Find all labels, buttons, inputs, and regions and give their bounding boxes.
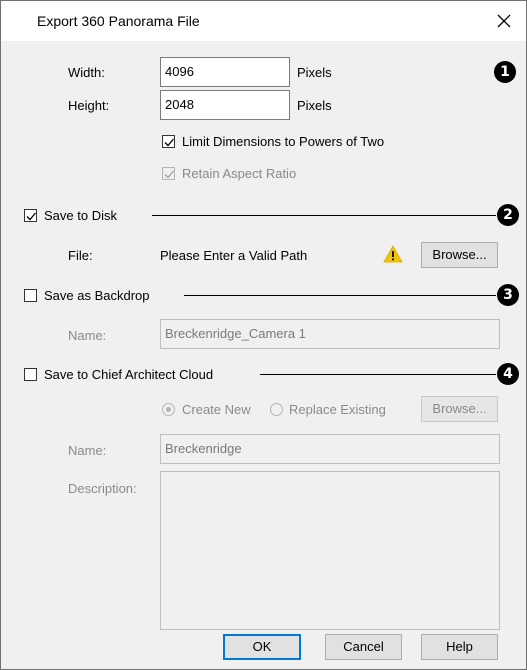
description-label: Description:	[68, 481, 137, 496]
retain-aspect-label: Retain Aspect Ratio	[182, 166, 297, 181]
limit-pow2-checkbox[interactable]	[162, 135, 175, 148]
title-bar: Export 360 Panorama File	[1, 1, 526, 41]
description-field[interactable]	[160, 471, 500, 630]
backdrop-name-field[interactable]: Breckenridge_Camera 1	[160, 319, 500, 349]
file-path-value: Please Enter a Valid Path	[160, 248, 308, 263]
create-new-label: Create New	[182, 402, 251, 417]
export-panorama-dialog: Export 360 Panorama File Width: 4096 Pix…	[0, 0, 527, 670]
save-as-backdrop-label: Save as Backdrop	[44, 288, 150, 303]
checkmark-icon	[164, 138, 174, 147]
dialog-title: Export 360 Panorama File	[37, 13, 200, 29]
disk-browse-button[interactable]: Browse...	[421, 242, 498, 268]
cancel-button[interactable]: Cancel	[325, 634, 402, 660]
width-unit: Pixels	[297, 65, 332, 80]
warning-icon	[383, 245, 403, 263]
checkmark-icon	[164, 170, 174, 179]
callout-3: 3	[497, 284, 519, 306]
callout-1: 1	[494, 61, 516, 83]
file-label: File:	[68, 248, 93, 263]
limit-pow2-label: Limit Dimensions to Powers of Two	[182, 134, 385, 149]
close-icon[interactable]	[488, 5, 520, 37]
width-label: Width:	[68, 65, 105, 80]
backdrop-name-label: Name:	[68, 328, 107, 343]
replace-existing-label: Replace Existing	[289, 402, 386, 417]
height-label: Height:	[68, 98, 110, 113]
save-to-cloud-label: Save to Chief Architect Cloud	[44, 367, 214, 382]
checkmark-icon	[26, 212, 36, 221]
callout-2: 2	[497, 204, 519, 226]
divider	[184, 295, 496, 296]
cloud-name-field[interactable]: Breckenridge	[160, 434, 500, 464]
replace-existing-radio[interactable]	[270, 403, 283, 416]
save-to-disk-label: Save to Disk	[44, 208, 117, 223]
cloud-name-label: Name:	[68, 443, 107, 458]
callout-4: 4	[497, 363, 519, 385]
width-field[interactable]: 4096	[160, 57, 290, 87]
divider	[152, 215, 496, 216]
save-to-disk-checkbox[interactable]	[24, 209, 37, 222]
height-unit: Pixels	[297, 98, 332, 113]
save-to-cloud-checkbox[interactable]	[24, 368, 37, 381]
create-new-radio[interactable]	[162, 403, 175, 416]
help-button[interactable]: Help	[421, 634, 498, 660]
height-field[interactable]: 2048	[160, 90, 290, 120]
ok-button[interactable]: OK	[223, 634, 301, 660]
retain-aspect-checkbox[interactable]	[162, 167, 175, 180]
cloud-browse-button[interactable]: Browse...	[421, 396, 498, 422]
save-as-backdrop-checkbox[interactable]	[24, 289, 37, 302]
divider	[260, 374, 496, 375]
